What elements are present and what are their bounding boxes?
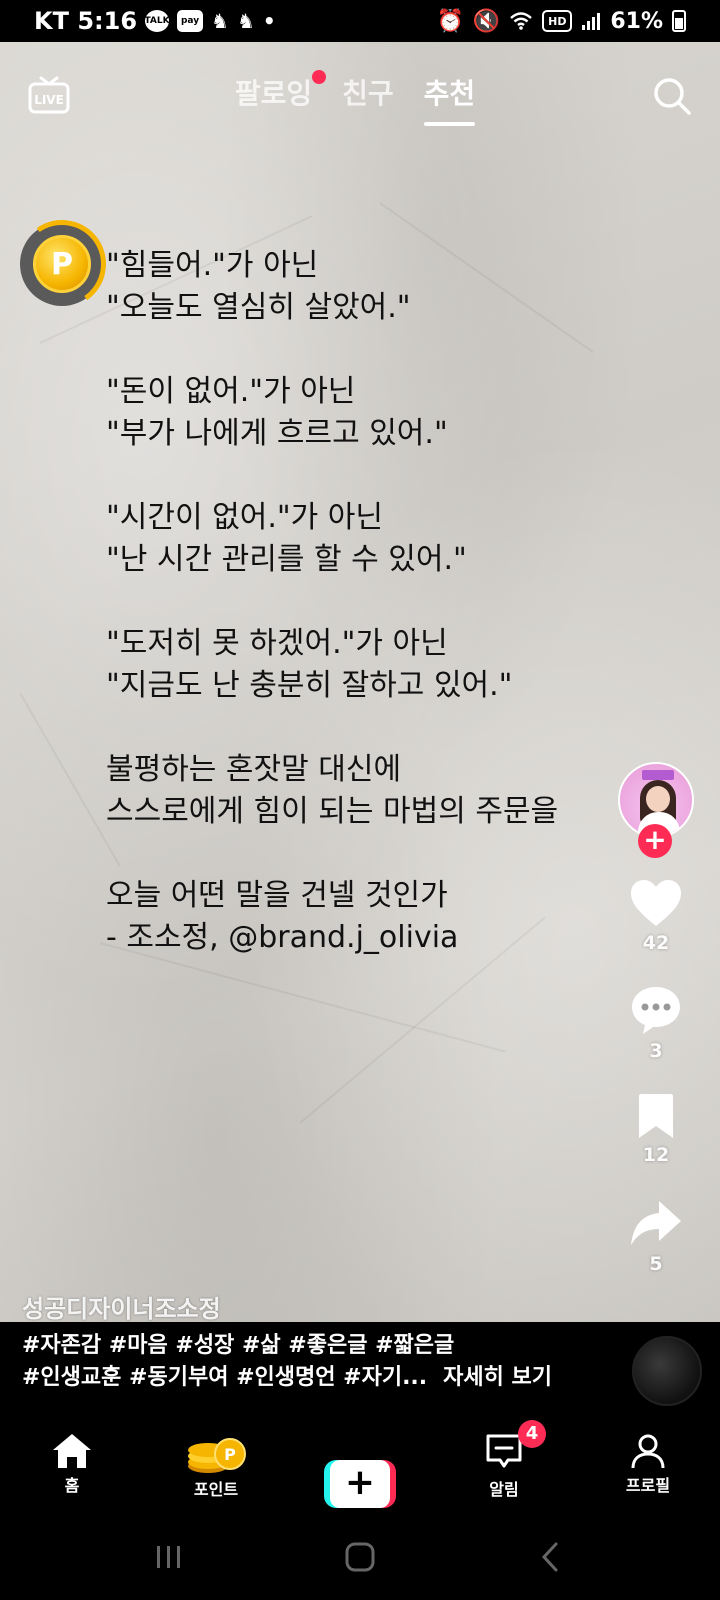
like-button[interactable]: 42 <box>620 878 692 954</box>
recent-apps-icon[interactable] <box>154 1542 184 1572</box>
tab-friends[interactable]: 친구 <box>342 72 394 112</box>
inbox-icon-wrap: 4 <box>484 1420 546 1474</box>
quote-line <box>106 581 626 623</box>
status-left: KT 5:16 TALK pay ♞ ♞ • <box>34 7 276 35</box>
nav-inbox-label: 알림 <box>489 1480 519 1499</box>
bottom-nav: 홈 P 포인트 + 4 알림 프로필 <box>0 1412 720 1514</box>
tab-recommended[interactable]: 추천 <box>423 72 476 126</box>
quote-line: "힘들어."가 아닌 <box>106 248 319 283</box>
comment-icon <box>632 987 680 1034</box>
profile-icon <box>631 1434 665 1469</box>
caption-hashtags-line2[interactable]: #인생교훈 #동기부여 #인생명언 #자기... 자세히 보기 <box>22 1362 552 1394</box>
game-icon: ♞ <box>211 9 229 33</box>
bookmark-button[interactable]: 12 <box>620 1092 692 1166</box>
plus-icon: + <box>330 1460 390 1508</box>
share-button[interactable]: 5 <box>620 1197 692 1275</box>
system-nav-bar <box>0 1514 720 1600</box>
quote-line: "부가 나에게 흐르고 있어." <box>106 416 448 451</box>
search-icon[interactable] <box>652 76 692 116</box>
comment-count: 3 <box>649 1040 663 1062</box>
quote-line: 불평하는 혼잣말 대신에 <box>106 752 402 787</box>
share-count: 5 <box>649 1253 663 1275</box>
tab-recommended-label: 추천 <box>423 77 476 110</box>
coins-icon: P <box>188 1438 246 1473</box>
alarm-icon: ⏰ <box>436 8 464 34</box>
progress-ring <box>11 213 113 315</box>
caption-hashtags-line1[interactable]: #자존감 #마음 #성장 #삶 #좋은글 #짧은글 <box>22 1330 454 1362</box>
see-more-button[interactable]: 자세히 보기 <box>443 1365 552 1390</box>
quote-line <box>106 833 626 875</box>
quote-line: - 조소정, @brand.j_olivia <box>106 920 459 955</box>
quote-line: "지금도 난 충분히 잘하고 있어." <box>106 668 513 703</box>
quote-line <box>106 455 626 497</box>
nav-points-label: 포인트 <box>193 1480 239 1499</box>
nav-create[interactable]: + <box>288 1412 432 1514</box>
signal-icon <box>582 13 601 30</box>
quote-line: "난 시간 관리를 할 수 있어." <box>106 542 467 577</box>
follow-button[interactable]: + <box>638 824 672 858</box>
tab-following-label: 팔로잉 <box>234 77 313 110</box>
back-icon[interactable] <box>536 1541 566 1573</box>
tab-friends-label: 친구 <box>342 77 394 110</box>
create-button[interactable]: + <box>324 1460 396 1508</box>
comment-button[interactable]: 3 <box>620 984 692 1062</box>
share-icon <box>631 1201 681 1245</box>
mute-icon: 🔇 <box>472 8 501 34</box>
coins-icon-label: P <box>224 1445 236 1464</box>
battery-icon <box>672 10 686 32</box>
caption-line2-text: #인생교훈 #동기부여 #인생명언 #자기... <box>22 1365 428 1390</box>
feed-tabs: 팔로잉 친구 추천 <box>0 70 720 126</box>
heart-icon <box>631 880 681 926</box>
nav-profile[interactable]: 프로필 <box>576 1412 720 1514</box>
quote-line: "도저히 못 하겠어."가 아닌 <box>106 626 448 661</box>
nav-profile-label: 프로필 <box>625 1476 671 1495</box>
video-feed[interactable]: LIVE 팔로잉 친구 추천 P "힘들어."가 아닌 "오늘도 열심히 살았어.… <box>0 42 720 1322</box>
inbox-badge: 4 <box>518 1420 546 1448</box>
status-right: ⏰ 🔇 HD 61% <box>437 9 686 34</box>
nav-inbox[interactable]: 4 알림 <box>432 1412 576 1514</box>
home-icon <box>53 1434 91 1468</box>
music-disc[interactable] <box>632 1336 702 1406</box>
status-bar: KT 5:16 TALK pay ♞ ♞ • ⏰ 🔇 HD 61% <box>0 0 720 42</box>
author-name[interactable]: 성공디자이너조소정 <box>22 1289 221 1322</box>
notification-dot <box>312 70 327 84</box>
dot-icon: • <box>262 9 276 33</box>
like-count: 42 <box>642 932 670 954</box>
bookmark-count: 12 <box>642 1144 670 1166</box>
quote-line <box>106 707 626 749</box>
quote-line: 오늘 어떤 말을 건넬 것인가 <box>106 878 448 913</box>
nav-home-label: 홈 <box>64 1476 80 1495</box>
hd-icon: HD <box>542 10 573 32</box>
nav-home[interactable]: 홈 <box>0 1412 144 1514</box>
quote-line: "오늘도 열심히 살았어." <box>106 290 411 325</box>
quote-line: "돈이 없어."가 아닌 <box>106 374 356 409</box>
tab-following[interactable]: 팔로잉 <box>234 70 327 112</box>
video-caption[interactable]: #자존감 #마음 #성장 #삶 #좋은글 #짧은글 #인생교훈 #동기부여 #인… <box>0 1322 720 1412</box>
quote-line <box>106 329 626 371</box>
pay-icon: pay <box>177 10 204 32</box>
avatar-tag <box>642 770 674 780</box>
carrier-time: KT 5:16 <box>34 7 138 35</box>
quote-text: "힘들어."가 아닌 "오늘도 열심히 살았어." "돈이 없어."가 아닌 "부가 … <box>106 245 626 959</box>
game-icon-2: ♞ <box>236 9 255 33</box>
nav-points[interactable]: P 포인트 <box>144 1412 288 1514</box>
quote-line: "시간이 없어."가 아닌 <box>106 500 384 535</box>
points-reward-button[interactable]: P <box>11 213 113 315</box>
top-nav: LIVE 팔로잉 친구 추천 <box>0 42 720 142</box>
home-system-icon[interactable] <box>344 1541 376 1573</box>
avatar-face <box>646 786 670 812</box>
wifi-icon <box>510 12 533 30</box>
bookmark-icon <box>639 1094 673 1138</box>
battery-percent: 61% <box>610 8 663 34</box>
quote-line: 스스로에게 힘이 되는 마법의 주문을 <box>106 794 559 829</box>
talk-icon: TALK <box>144 10 170 32</box>
